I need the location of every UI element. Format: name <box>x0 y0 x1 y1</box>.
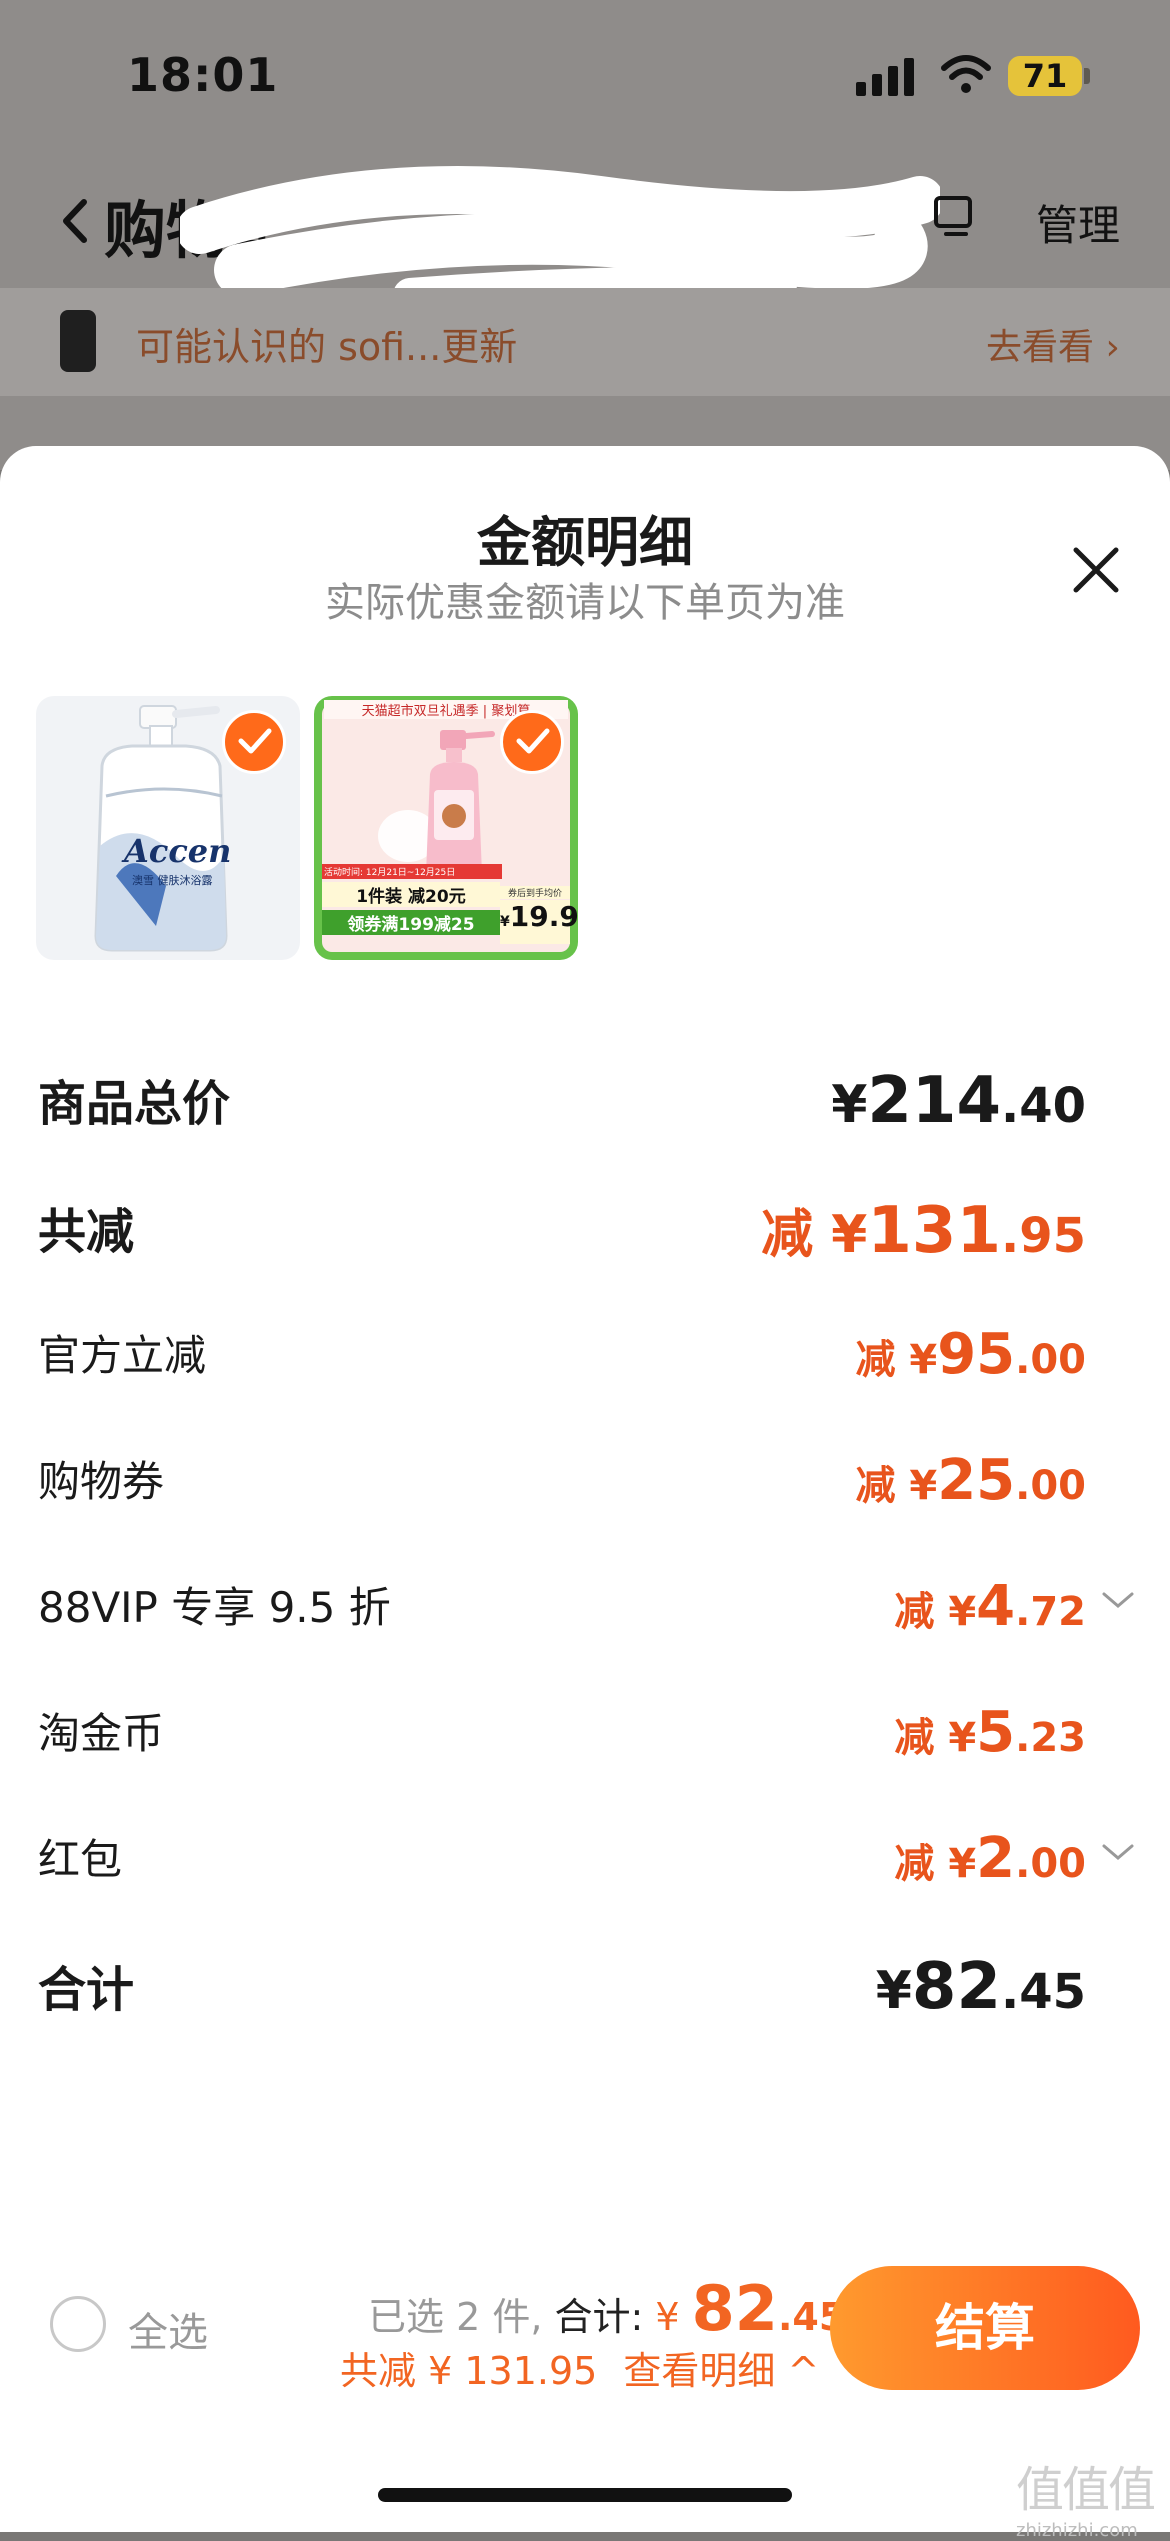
row-shopping-coupon: 购物券 减 ¥25.00 <box>0 1448 1170 1528</box>
row-label: 共减 <box>38 1204 135 1260</box>
chevron-down-icon[interactable] <box>1100 1840 1136 1864</box>
notice-text: 可能认识的 sofi...更新 <box>136 325 518 369</box>
row-label: 购物券 <box>38 1457 165 1506</box>
row-value: 减 ¥4.72 <box>894 1574 1086 1639</box>
row-value: 减 ¥131.95 <box>761 1194 1086 1268</box>
battery-icon: 71 <box>1008 56 1082 96</box>
product-thumbnail[interactable]: 天猫超市双旦礼遇季 | 聚划算 活动时间: 12月21日~12月25日 1件装 … <box>314 696 578 960</box>
home-indicator <box>378 2488 792 2502</box>
row-value: ¥214.40 <box>831 1064 1086 1138</box>
view-details-link[interactable]: 查看明细 ^ <box>623 2349 819 2393</box>
row-label: 红包 <box>38 1835 123 1884</box>
product-price: ¥19.9 <box>500 900 578 944</box>
row-value: 减 ¥5.23 <box>894 1700 1086 1765</box>
promo-date-text: 活动时间: 12月21日~12月25日 <box>322 864 502 879</box>
selected-check-icon <box>222 710 286 774</box>
discount-text: 共减 ¥ 131.95 <box>340 2349 598 2393</box>
amount-detail-sheet: 金额明细 实际优惠金额请以下单页为准 Accen 澳雪 健肤沐浴露 天猫超市双旦… <box>0 446 1170 2532</box>
row-label: 商品总价 <box>38 1076 231 1132</box>
row-taojinbi: 淘金币 减 ¥5.23 <box>0 1700 1170 1780</box>
product-thumbnail[interactable]: Accen 澳雪 健肤沐浴露 <box>36 696 300 960</box>
select-all-label[interactable]: 全选 <box>128 2300 208 2358</box>
row-label: 官方立减 <box>38 1331 207 1380</box>
status-bar: 18:01 71 <box>0 0 1170 150</box>
watermark-url: zhizhizhi.com <box>1016 2520 1138 2541</box>
row-total-discount: 共减 减 ¥131.95 <box>0 1192 1170 1272</box>
chevron-down-icon[interactable] <box>1100 1588 1136 1612</box>
sheet-subtitle: 实际优惠金额请以下单页为准 <box>325 580 845 626</box>
row-88vip-discount[interactable]: 88VIP 专享 9.5 折 减 ¥4.72 <box>0 1574 1170 1654</box>
wifi-icon <box>941 55 991 93</box>
price-label: 券后到手均价 <box>500 886 570 899</box>
product-brand-text: Accen <box>124 832 232 870</box>
watermark-logo: 值值值 zhizhizhi.com <box>1016 2450 1166 2541</box>
selected-count-text: 已选 2 件, <box>368 2295 555 2339</box>
status-time: 18:01 <box>127 48 279 102</box>
promo-deal-text: 1件装 减20元 <box>322 882 500 907</box>
promo-coupon-text: 领券满199减25 <box>322 910 500 935</box>
row-value: 减 ¥2.00 <box>894 1826 1086 1891</box>
select-all-checkbox[interactable] <box>50 2296 106 2352</box>
cart-summary: 已选 2 件, 合计: ¥ 82.45 <box>368 2272 845 2345</box>
discount-summary: 共减 ¥ 131.95 查看明细 ^ <box>340 2340 819 2395</box>
cellular-signal-icon <box>856 56 916 96</box>
manage-button[interactable]: 管理 <box>1036 192 1120 253</box>
back-chevron-icon[interactable] <box>56 196 96 246</box>
checkout-button[interactable]: 结算 <box>830 2266 1140 2390</box>
row-label: 淘金币 <box>38 1709 165 1758</box>
go-see-link[interactable]: 去看看 › <box>986 318 1120 370</box>
row-label: 88VIP 专享 9.5 折 <box>38 1583 391 1632</box>
avatar <box>60 310 96 372</box>
row-goods-total: 商品总价 ¥214.40 <box>0 1064 1170 1144</box>
total-label: 合计: <box>554 2295 656 2339</box>
row-value: 减 ¥25.00 <box>855 1448 1086 1513</box>
watermark-text: 值值值 <box>1016 2462 1156 2518</box>
row-grand-total: 合计 ¥82.45 <box>0 1950 1170 2030</box>
nav-header: 购物车 管理 <box>0 166 1170 312</box>
row-red-packet[interactable]: 红包 减 ¥2.00 <box>0 1826 1170 1906</box>
total-amount-int: 82 <box>691 2272 778 2345</box>
sheet-title: 金额明细 <box>477 511 693 574</box>
row-value: 减 ¥95.00 <box>855 1322 1086 1387</box>
battery-tip <box>1084 68 1090 84</box>
friend-notice-bar[interactable]: 可能认识的 sofi...更新 去看看 › <box>0 288 1170 396</box>
row-label: 合计 <box>38 1962 135 2018</box>
close-icon[interactable] <box>1064 538 1128 602</box>
product-sub-text: 澳雪 健肤沐浴露 <box>132 874 213 887</box>
selected-check-icon <box>500 710 564 774</box>
row-official-discount: 官方立减 减 ¥95.00 <box>0 1322 1170 1402</box>
total-currency: ¥ <box>655 2295 692 2339</box>
row-value: ¥82.45 <box>875 1950 1086 2024</box>
share-screen-icon[interactable] <box>930 190 982 242</box>
